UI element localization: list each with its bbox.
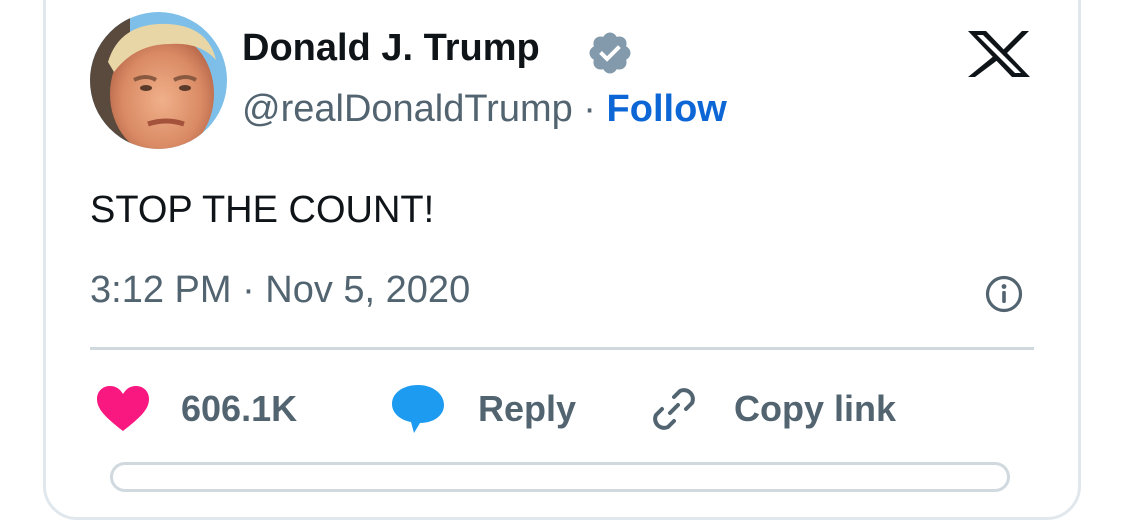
- handle-row: @realDonaldTrump · Follow: [242, 84, 727, 134]
- reply-label: Reply: [478, 388, 577, 429]
- like-action[interactable]: 606.1K: [95, 383, 297, 435]
- read-more-button[interactable]: [110, 462, 1010, 492]
- likes-count: 606.1K: [181, 388, 298, 429]
- display-name[interactable]: Donald J. Trump: [242, 24, 540, 72]
- heart-icon: [97, 386, 149, 431]
- x-logo-icon[interactable]: [966, 30, 1032, 78]
- speech-bubble-icon: [392, 385, 444, 433]
- copy-link-action[interactable]: Copy link: [648, 383, 896, 435]
- user-handle[interactable]: @realDonaldTrump: [242, 88, 573, 130]
- tweet-text: STOP THE COUNT!: [90, 189, 435, 231]
- reply-action[interactable]: Reply: [390, 383, 576, 435]
- separator-dot: ·: [572, 88, 607, 130]
- avatar-photo: [90, 12, 227, 149]
- avatar[interactable]: [90, 12, 227, 149]
- divider: [90, 347, 1034, 350]
- follow-button[interactable]: Follow: [607, 88, 727, 130]
- info-icon[interactable]: [984, 274, 1024, 314]
- link-icon: [653, 388, 695, 430]
- verified-badge-icon: [589, 32, 631, 74]
- copy-link-label: Copy link: [734, 388, 897, 429]
- tweet-timestamp[interactable]: 3:12 PM · Nov 5, 2020: [90, 266, 470, 314]
